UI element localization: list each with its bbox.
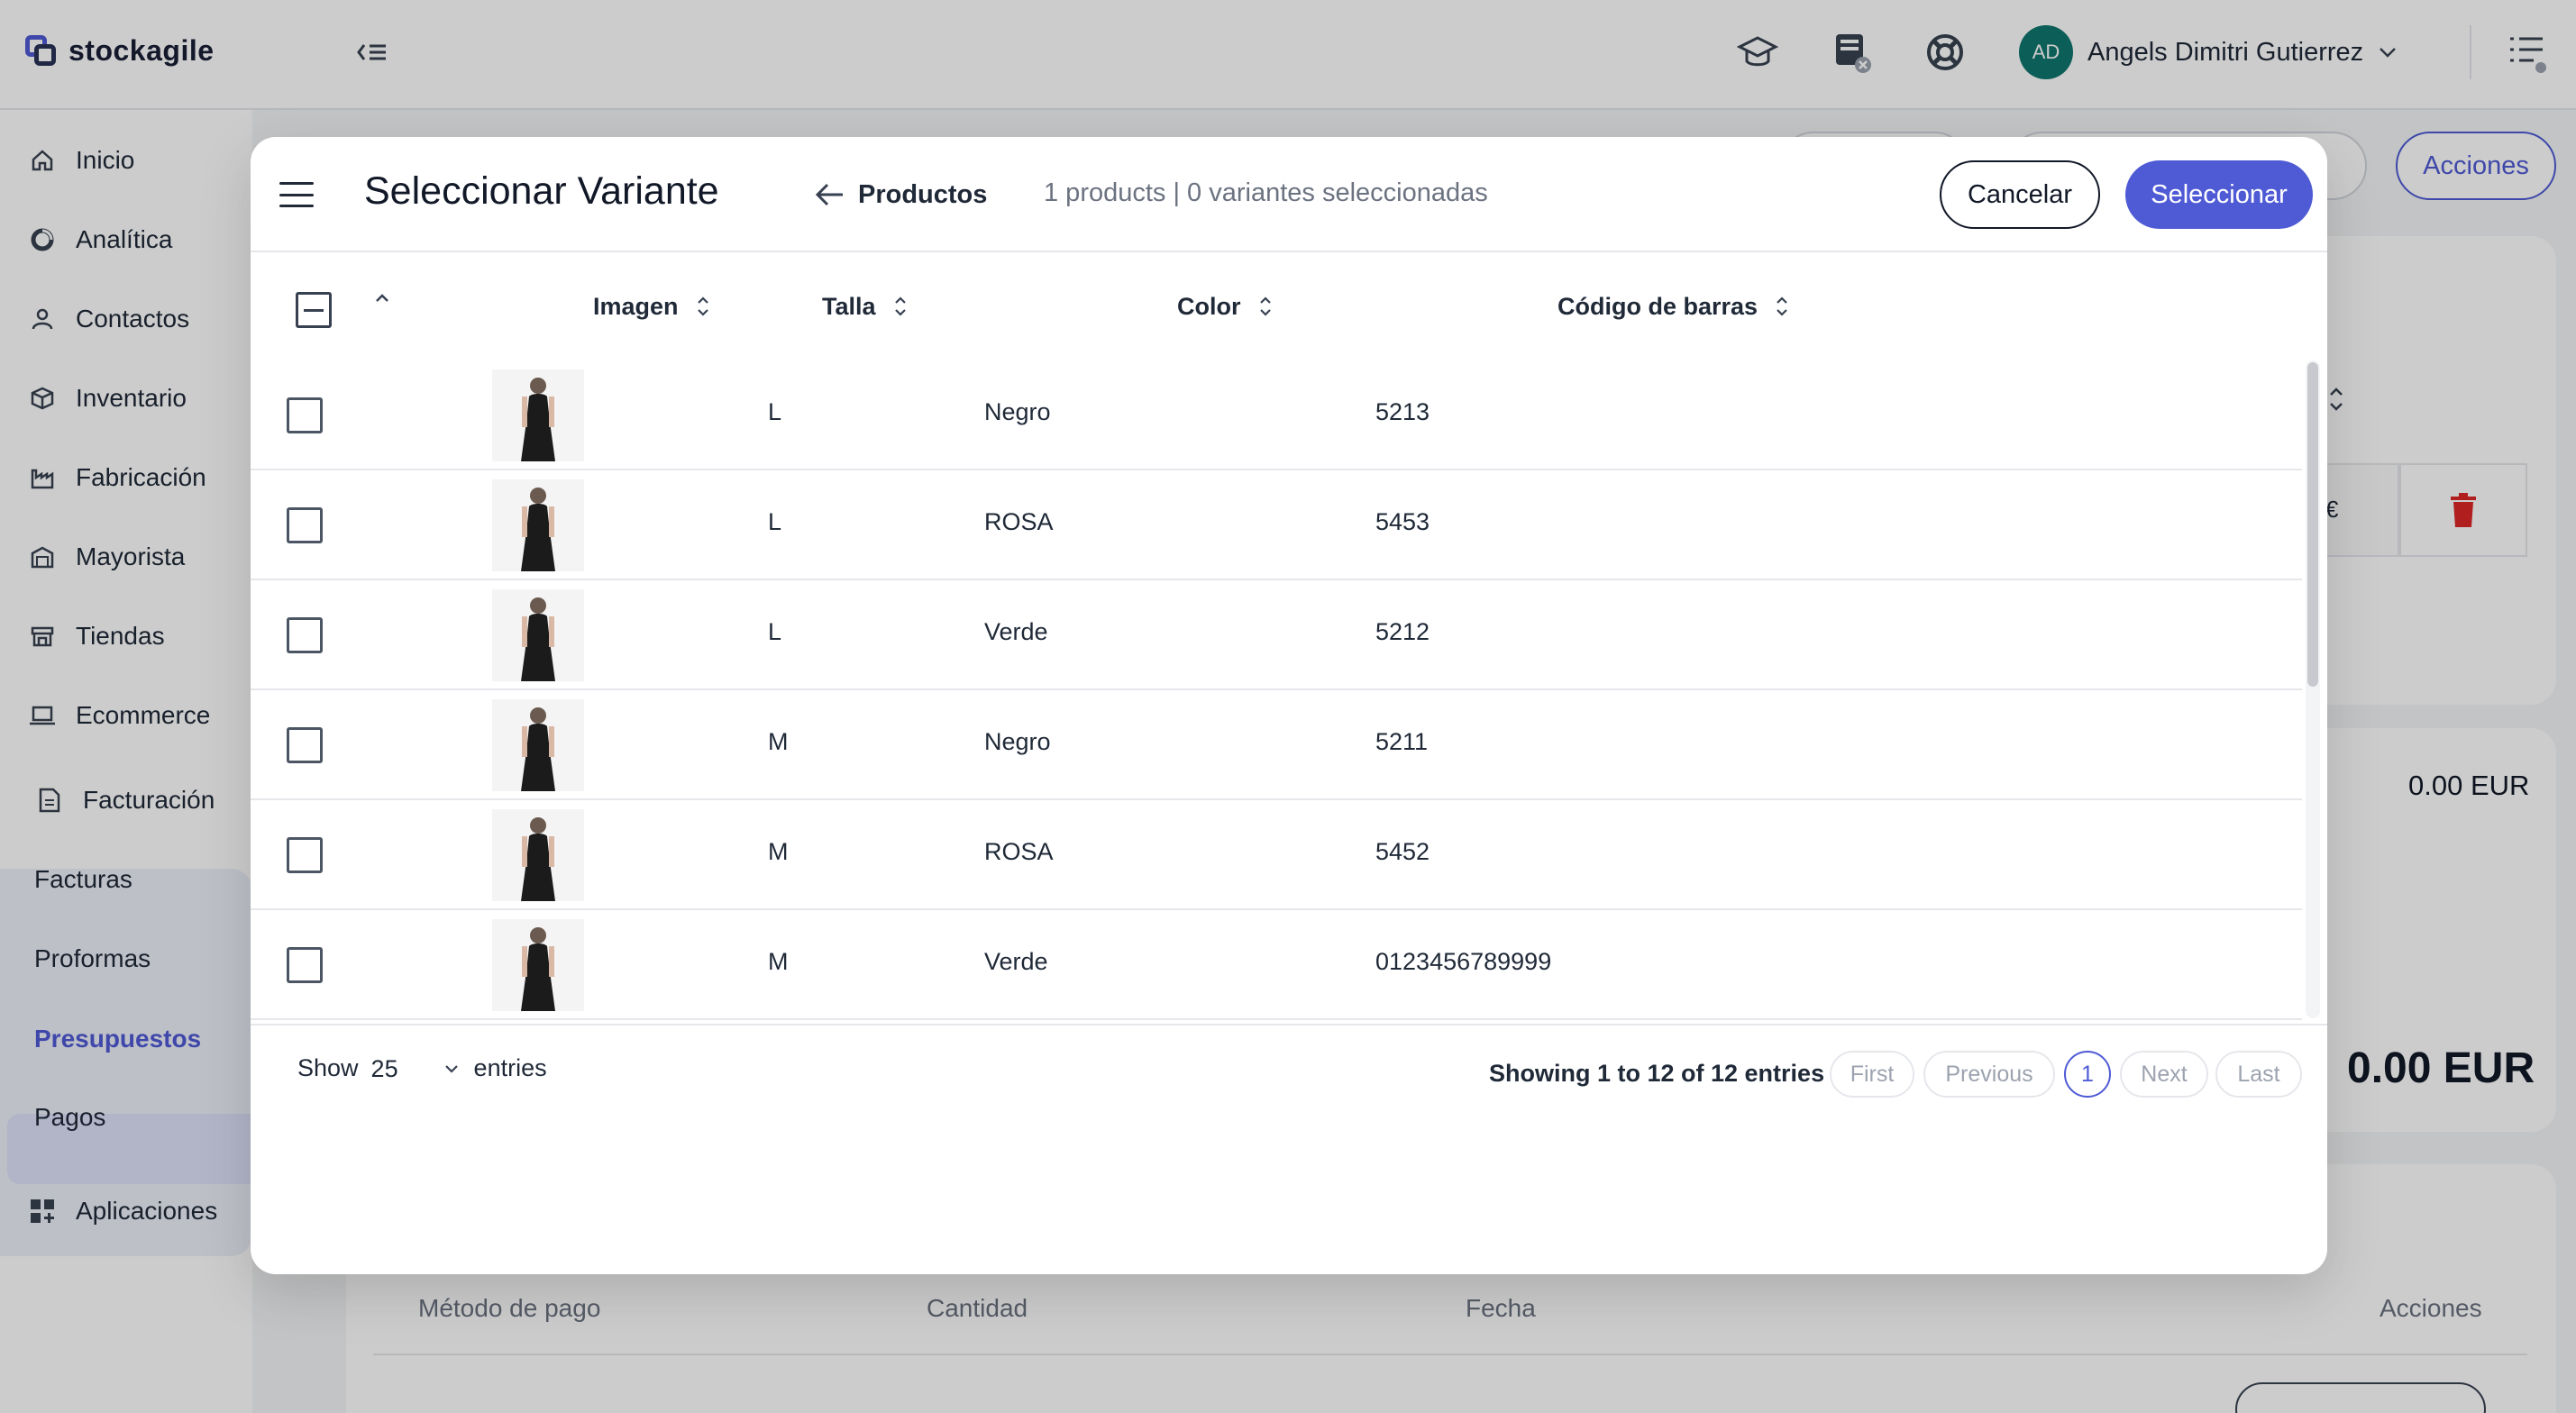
size-cell: M [768,728,789,755]
modal-header: Seleccionar Variante Productos 1 product… [251,137,2327,252]
pagination-info: Showing 1 to 12 of 12 entries [1489,1060,1825,1087]
selection-summary: 1 products | 0 variantes seleccionadas [1044,178,1488,207]
column-header-image[interactable]: Imagen [593,288,711,324]
select-variant-modal: Seleccionar Variante Productos 1 product… [251,137,2327,1274]
column-header-color[interactable]: Color [1177,288,1274,324]
entries-label: entries [473,1054,547,1081]
pagination-page-1[interactable]: 1 [2064,1051,2111,1098]
color-cell: Negro [984,728,1051,755]
table-header: Imagen Talla Color Código de barras [251,254,2327,362]
color-cell: ROSA [984,838,1054,865]
barcode-cell: 5452 [1375,838,1430,865]
sort-icon [1259,296,1271,316]
size-cell: L [768,508,782,535]
color-cell: Negro [984,398,1051,425]
row-checkbox[interactable] [287,947,323,983]
column-header-label: Color [1177,292,1241,320]
barcode-cell: 5453 [1375,508,1430,535]
arrow-left-icon [815,183,843,206]
variants-table-body: L Negro 5213 L ROSA 5453 L Verde 5212 M … [251,360,2302,1024]
table-row[interactable]: L Negro 5213 [251,360,2302,470]
table-row[interactable]: L ROSA 5453 [251,470,2302,580]
page-length-control: Show 25 entries [297,1054,547,1082]
row-checkbox[interactable] [287,617,323,653]
row-checkbox[interactable] [287,507,323,543]
pagination-last[interactable]: Last [2215,1051,2302,1098]
chevron-up-icon[interactable] [373,292,391,305]
product-thumbnail [492,369,584,461]
table-footer: Show 25 entries Showing 1 to 12 of 12 en… [251,1024,2327,1114]
product-thumbnail [492,699,584,791]
barcode-cell: 5213 [1375,398,1430,425]
size-cell: M [768,948,789,975]
cancel-button[interactable]: Cancelar [1940,160,2100,229]
column-header-label: Imagen [593,292,679,320]
column-header-size[interactable]: Talla [822,288,909,324]
row-checkbox[interactable] [287,727,323,763]
back-link-label: Productos [858,179,988,209]
color-cell: Verde [984,618,1048,645]
barcode-cell: 5211 [1375,728,1429,755]
product-thumbnail [492,809,584,901]
table-row[interactable]: M Verde 0123456789999 [251,910,2302,1020]
table-row[interactable]: M ROSA 5452 [251,800,2302,910]
pagination-first[interactable]: First [1830,1051,1914,1098]
sort-icon [894,296,906,316]
pagination-previous[interactable]: Previous [1923,1051,2055,1098]
table-scrollbar-thumb[interactable] [2307,362,2318,687]
modal-title: Seleccionar Variante [364,169,719,213]
sort-icon [1777,296,1787,316]
row-checkbox[interactable] [287,837,323,873]
back-to-products-link[interactable]: Productos [813,177,987,213]
product-thumbnail [492,919,584,1011]
product-thumbnail [492,479,584,571]
column-header-barcode[interactable]: Código de barras [1557,288,1790,324]
table-row[interactable]: L Verde 5212 [251,580,2302,690]
barcode-cell: 0123456789999 [1375,948,1552,975]
pagination-next[interactable]: Next [2120,1051,2208,1098]
size-cell: M [768,838,789,865]
color-cell: Verde [984,948,1048,975]
menu-icon[interactable] [279,178,314,211]
table-row[interactable]: M Negro 5211 [251,690,2302,800]
chevron-down-icon [444,1064,458,1073]
size-cell: L [768,398,782,425]
product-thumbnail [492,589,584,681]
barcode-cell: 5212 [1375,618,1430,645]
row-checkbox[interactable] [287,397,323,433]
size-cell: L [768,618,782,645]
select-all-checkbox[interactable] [296,292,332,328]
column-header-label: Código de barras [1557,292,1758,320]
sort-icon [697,296,708,316]
column-header-label: Talla [822,292,876,320]
color-cell: ROSA [984,508,1054,535]
show-label: Show [297,1054,359,1081]
select-button[interactable]: Seleccionar [2125,160,2313,229]
